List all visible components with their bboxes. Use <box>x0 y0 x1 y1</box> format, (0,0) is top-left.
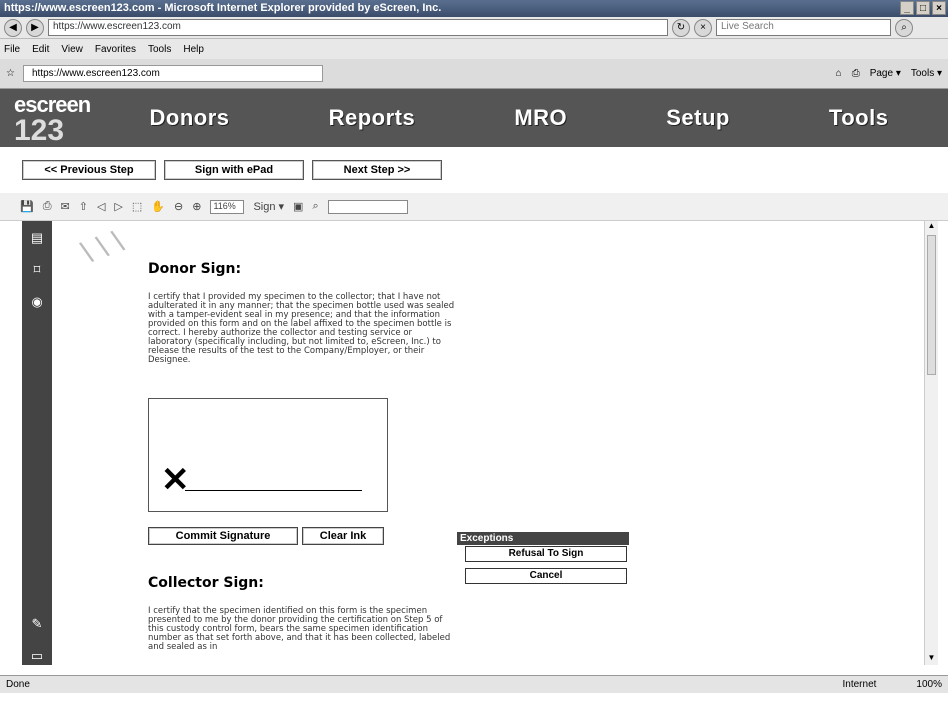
window-title-bar: https://www.escreen123.com - Microsoft I… <box>0 0 948 17</box>
back-icon[interactable]: ◀ <box>4 18 22 37</box>
donor-certification-text: I certify that I provided my specimen to… <box>148 292 455 365</box>
status-right: Internet 100% <box>843 679 943 690</box>
stop-icon[interactable]: × <box>694 18 712 37</box>
refresh-icon[interactable]: ↻ <box>672 18 690 37</box>
select-tool-icon[interactable]: ⬚ <box>132 200 142 213</box>
signature-x-mark: ✕ <box>161 461 190 499</box>
search-icon[interactable]: ⌕ <box>895 18 913 37</box>
zoom-out-icon[interactable]: ⊖ <box>174 200 183 213</box>
status-text: Done <box>6 679 30 690</box>
hand-tool-icon[interactable]: ✋ <box>151 200 165 213</box>
nav-mro[interactable]: MRO <box>514 105 567 131</box>
pdf-sidebar: ▤ ⌑ ◉ ✎ ▭ <box>22 221 52 665</box>
tools-menu[interactable]: Tools ▾ <box>911 68 942 79</box>
main-nav: Donors Reports MRO Setup Tools <box>100 105 948 131</box>
sign-tool[interactable]: Sign ▾ <box>253 200 284 213</box>
pages-icon[interactable]: ▤ <box>28 229 46 247</box>
page-up-icon[interactable]: ⇧ <box>79 200 88 213</box>
nav-reports[interactable]: Reports <box>329 105 416 131</box>
pdf-document: \ \ \ Donor Sign: I certify that I provi… <box>52 221 924 665</box>
save-icon[interactable]: 💾 <box>20 200 34 213</box>
zoom-field[interactable]: 116% <box>210 199 245 214</box>
fit-page-icon[interactable]: ▣ <box>293 200 303 213</box>
address-bar: ◀ ▶ https://www.escreen123.com ↻ × Live … <box>0 17 948 39</box>
print-pdf-icon[interactable]: ⎙ <box>43 200 52 213</box>
menu-file[interactable]: File <box>4 44 20 55</box>
email-icon[interactable]: ✉ <box>61 200 70 213</box>
scroll-thumb[interactable] <box>927 235 936 375</box>
collector-sign-title: Collector Sign: <box>148 575 264 591</box>
window-controls: _ □ × <box>900 1 946 15</box>
print-icon[interactable]: ⎙ <box>852 68 860 79</box>
window-title: https://www.escreen123.com - Microsoft I… <box>4 2 442 14</box>
app-header: escreen 123 Donors Reports MRO Setup Too… <box>0 89 948 147</box>
scroll-up-icon[interactable]: ▲ <box>925 221 938 233</box>
comments-icon[interactable]: ▭ <box>28 647 46 665</box>
sign-epad-button[interactable]: Sign with ePad <box>164 160 304 180</box>
menu-view[interactable]: View <box>61 44 83 55</box>
search-input[interactable]: Live Search <box>716 19 891 36</box>
scroll-down-icon[interactable]: ▼ <box>925 653 938 665</box>
url-input[interactable]: https://www.escreen123.com <box>48 19 668 36</box>
watermark: \ \ \ <box>77 224 128 271</box>
menu-favorites[interactable]: Favorites <box>95 44 136 55</box>
status-bar: Done Internet 100% <box>0 675 948 693</box>
minimize-button[interactable]: _ <box>900 1 914 15</box>
bookmarks-icon[interactable]: ⌑ <box>28 261 46 279</box>
nav-setup[interactable]: Setup <box>666 105 730 131</box>
menu-bar: File Edit View Favorites Tools Help <box>0 39 948 59</box>
commit-signature-button[interactable]: Commit Signature <box>148 527 298 545</box>
attachment-icon[interactable]: ✎ <box>28 615 46 633</box>
refusal-to-sign-button[interactable]: Refusal To Sign <box>465 546 627 562</box>
next-step-button[interactable]: Next Step >> <box>312 160 442 180</box>
zoom-in-icon[interactable]: ⊕ <box>192 200 201 213</box>
donor-sign-title: Donor Sign: <box>148 261 242 277</box>
menu-tools[interactable]: Tools <box>148 44 171 55</box>
menu-edit[interactable]: Edit <box>32 44 49 55</box>
page-menu[interactable]: Page ▾ <box>870 68 901 79</box>
exceptions-header: Exceptions <box>457 532 629 545</box>
zoom-level[interactable]: 100% <box>916 679 942 690</box>
command-bar: ⌂ ⎙ Page ▾ Tools ▾ <box>836 68 942 79</box>
forward-icon[interactable]: ▶ <box>26 18 44 37</box>
signatures-icon[interactable]: ◉ <box>28 293 46 311</box>
clear-ink-button[interactable]: Clear Ink <box>302 527 384 545</box>
previous-step-button[interactable]: << Previous Step <box>22 160 156 180</box>
favorites-star-icon[interactable]: ☆ <box>6 68 15 79</box>
find-input[interactable] <box>327 199 408 214</box>
logo-bottom: 123 <box>14 114 65 147</box>
home-icon[interactable]: ⌂ <box>836 68 842 79</box>
nav-donors[interactable]: Donors <box>150 105 230 131</box>
nav-tools[interactable]: Tools <box>829 105 889 131</box>
prev-page-icon[interactable]: ◁ <box>97 200 105 213</box>
vertical-scrollbar[interactable]: ▲ ▼ <box>924 221 938 665</box>
security-zone: Internet <box>842 679 877 690</box>
maximize-button[interactable]: □ <box>916 1 930 15</box>
browser-tab[interactable]: https://www.escreen123.com <box>22 65 323 82</box>
find-icon[interactable]: ⌕ <box>312 200 318 213</box>
next-page-icon[interactable]: ▷ <box>114 200 122 213</box>
collector-certification-text: I certify that the specimen identified o… <box>148 606 451 652</box>
signature-pad[interactable]: ✕ <box>148 398 388 512</box>
menu-help[interactable]: Help <box>183 44 204 55</box>
escreen-logo[interactable]: escreen 123 <box>0 89 100 147</box>
cancel-button[interactable]: Cancel <box>465 568 627 584</box>
pdf-toolbar: 💾 ⎙ ✉ ⇧ ◁ ▷ ⬚ ✋ ⊖ ⊕ 116% Sign ▾ ▣ ⌕ <box>0 193 948 221</box>
signature-line <box>185 490 362 491</box>
close-button[interactable]: × <box>932 1 946 15</box>
tab-bar: ☆ https://www.escreen123.com ⌂ ⎙ Page ▾ … <box>0 59 948 89</box>
step-bar: << Previous Step Sign with ePad Next Ste… <box>0 147 948 193</box>
